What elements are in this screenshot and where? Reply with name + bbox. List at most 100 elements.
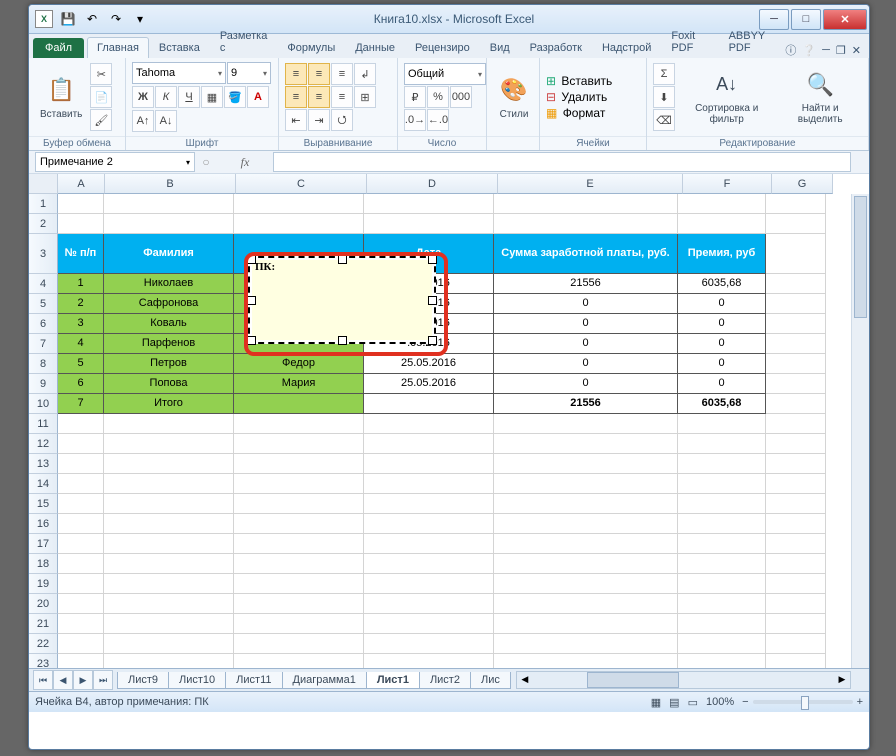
format-painter[interactable]: 🖌 bbox=[90, 109, 112, 131]
cell[interactable]: 21556 bbox=[494, 394, 678, 414]
cell[interactable] bbox=[766, 474, 826, 494]
row-header[interactable]: 6 bbox=[29, 314, 58, 334]
cell[interactable] bbox=[678, 534, 766, 554]
sheet-tab[interactable]: Диаграмма1 bbox=[282, 672, 367, 689]
find-select[interactable]: 🔍 Найти и выделить bbox=[778, 67, 862, 127]
row-header[interactable]: 20 bbox=[29, 594, 58, 614]
cell[interactable] bbox=[494, 614, 678, 634]
cell[interactable] bbox=[234, 634, 364, 654]
copy-button[interactable]: 📄 bbox=[90, 86, 112, 108]
cell[interactable]: 0 bbox=[678, 314, 766, 334]
cell[interactable] bbox=[766, 294, 826, 314]
border-button[interactable]: ▦ bbox=[201, 86, 223, 108]
cell[interactable] bbox=[234, 554, 364, 574]
cell[interactable] bbox=[104, 434, 234, 454]
cell[interactable] bbox=[766, 414, 826, 434]
cell[interactable] bbox=[494, 454, 678, 474]
cell[interactable]: Фамилия bbox=[104, 234, 234, 274]
styles-button[interactable]: 🎨 Стили bbox=[493, 73, 535, 122]
sheet-tab[interactable]: Лист9 bbox=[117, 672, 169, 689]
cell[interactable] bbox=[58, 494, 104, 514]
tab-developer[interactable]: Разработк bbox=[520, 37, 592, 58]
tab-view[interactable]: Вид bbox=[480, 37, 520, 58]
qat-customize[interactable]: ▾ bbox=[129, 8, 151, 30]
cell[interactable] bbox=[678, 574, 766, 594]
inc-decimal[interactable]: .0→ bbox=[404, 109, 426, 131]
cell[interactable] bbox=[364, 494, 494, 514]
align-left[interactable]: ≡ bbox=[285, 86, 307, 108]
cell[interactable]: 21556 bbox=[494, 274, 678, 294]
row-header[interactable]: 4 bbox=[29, 274, 58, 294]
sheet-tab[interactable]: Лист10 bbox=[168, 672, 226, 689]
cell[interactable] bbox=[104, 554, 234, 574]
sheet-nav-prev[interactable]: ◀ bbox=[53, 670, 73, 690]
shrink-font[interactable]: A↓ bbox=[155, 110, 177, 132]
cell[interactable] bbox=[494, 214, 678, 234]
row-header[interactable]: 7 bbox=[29, 334, 58, 354]
row-header[interactable]: 16 bbox=[29, 514, 58, 534]
cell[interactable] bbox=[58, 434, 104, 454]
cell[interactable] bbox=[58, 514, 104, 534]
cell[interactable]: 0 bbox=[678, 374, 766, 394]
cell[interactable]: 0 bbox=[678, 334, 766, 354]
row-header[interactable]: 18 bbox=[29, 554, 58, 574]
cell[interactable] bbox=[364, 194, 494, 214]
font-name[interactable]: Tahoma▾ bbox=[132, 62, 226, 84]
cell[interactable] bbox=[58, 534, 104, 554]
cell[interactable]: 25.05.2016 bbox=[364, 374, 494, 394]
tab-file[interactable]: Файл bbox=[33, 38, 84, 58]
fx-cancel[interactable]: ○ bbox=[195, 155, 217, 169]
cell[interactable] bbox=[104, 474, 234, 494]
currency[interactable]: ₽ bbox=[404, 86, 426, 108]
cell[interactable] bbox=[678, 614, 766, 634]
cell[interactable] bbox=[494, 514, 678, 534]
view-normal-icon[interactable]: ▦ bbox=[651, 696, 661, 709]
sheet-tab[interactable]: Лис bbox=[470, 672, 511, 689]
cell[interactable]: 7 bbox=[58, 394, 104, 414]
cell[interactable] bbox=[678, 454, 766, 474]
cell[interactable]: 1 bbox=[58, 274, 104, 294]
cell[interactable] bbox=[364, 574, 494, 594]
cell[interactable] bbox=[234, 214, 364, 234]
sort-filter[interactable]: А↓ Сортировка и фильтр bbox=[678, 67, 775, 127]
cell[interactable] bbox=[766, 534, 826, 554]
cell[interactable] bbox=[364, 514, 494, 534]
row-header[interactable]: 13 bbox=[29, 454, 58, 474]
cell[interactable] bbox=[234, 654, 364, 668]
cell[interactable] bbox=[234, 414, 364, 434]
cell[interactable] bbox=[766, 374, 826, 394]
cell[interactable]: Коваль bbox=[104, 314, 234, 334]
maximize-button[interactable]: □ bbox=[791, 9, 821, 30]
cell[interactable] bbox=[104, 534, 234, 554]
cell[interactable]: Премия, руб bbox=[678, 234, 766, 274]
row-header[interactable]: 11 bbox=[29, 414, 58, 434]
cell[interactable]: № п/п bbox=[58, 234, 104, 274]
cell[interactable] bbox=[766, 394, 826, 414]
col-header-F[interactable]: F bbox=[683, 174, 772, 194]
cell[interactable] bbox=[766, 614, 826, 634]
align-right[interactable]: ≡ bbox=[331, 86, 353, 108]
tab-insert[interactable]: Вставка bbox=[149, 37, 210, 58]
fill-color[interactable]: 🪣 bbox=[224, 86, 246, 108]
cell[interactable] bbox=[104, 594, 234, 614]
align-top[interactable]: ≡ bbox=[285, 63, 307, 85]
cell[interactable] bbox=[104, 574, 234, 594]
sheet-nav-last[interactable]: ⏭ bbox=[93, 670, 113, 690]
cell[interactable] bbox=[234, 474, 364, 494]
cell[interactable] bbox=[766, 514, 826, 534]
cell[interactable]: 0 bbox=[494, 334, 678, 354]
fx-icon[interactable]: fx bbox=[217, 155, 273, 170]
tab-home[interactable]: Главная bbox=[87, 37, 149, 58]
cell[interactable] bbox=[234, 194, 364, 214]
cell[interactable]: 0 bbox=[678, 354, 766, 374]
wrap-text[interactable]: ↲ bbox=[354, 63, 376, 85]
row-header[interactable]: 19 bbox=[29, 574, 58, 594]
worksheet-grid[interactable]: ABCDEFG 123№ п/пФамилияДатаСумма заработ… bbox=[29, 174, 869, 668]
cell[interactable] bbox=[678, 654, 766, 668]
sheet-nav-first[interactable]: ⏮ bbox=[33, 670, 53, 690]
cell[interactable] bbox=[494, 474, 678, 494]
cell[interactable] bbox=[104, 194, 234, 214]
cell[interactable] bbox=[364, 474, 494, 494]
sheet-tab-active[interactable]: Лист1 bbox=[366, 672, 420, 689]
cell[interactable] bbox=[58, 474, 104, 494]
